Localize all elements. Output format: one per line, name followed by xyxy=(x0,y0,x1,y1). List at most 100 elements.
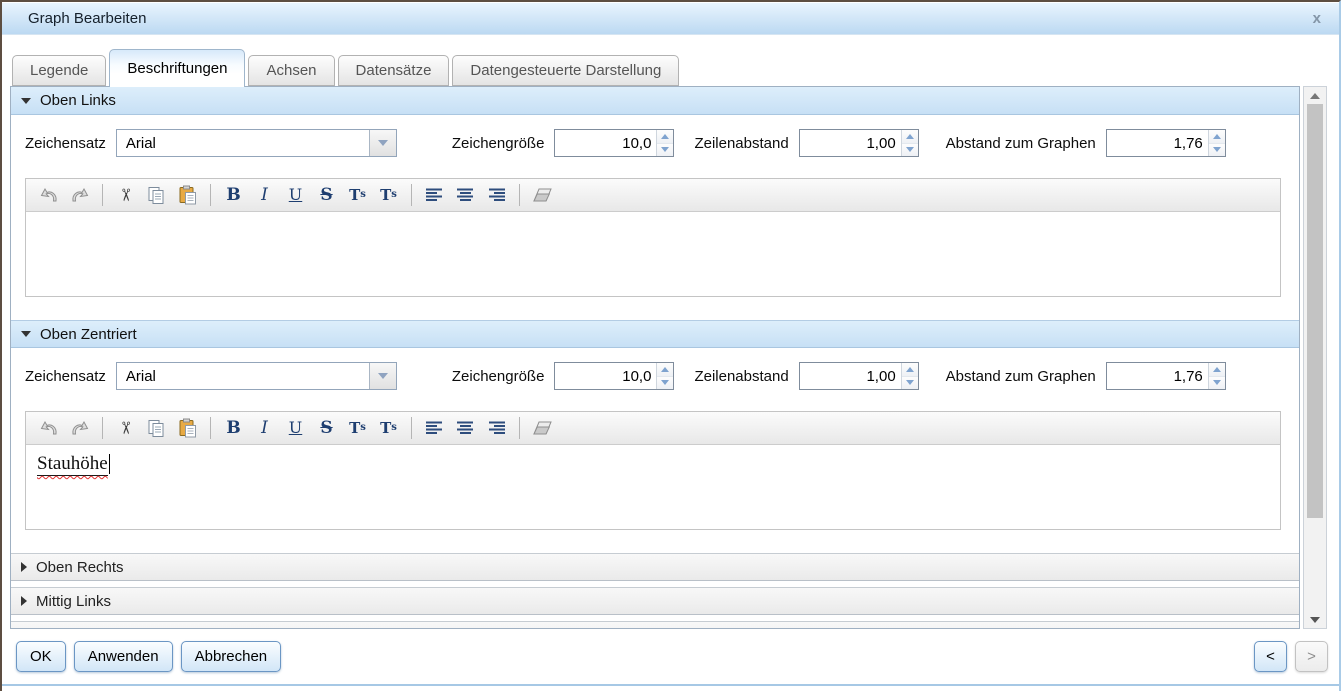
copy-icon[interactable] xyxy=(145,183,168,207)
toolbar-separator xyxy=(210,184,211,206)
close-icon[interactable]: x xyxy=(1313,11,1321,26)
font-family-select[interactable]: Arial xyxy=(116,362,397,390)
font-controls-row: Zeichensatz Arial Zeichengröße 10,0 Zeil… xyxy=(25,362,1281,390)
align-center-icon[interactable] xyxy=(454,183,477,207)
section-header-oben-rechts[interactable]: Oben Rechts xyxy=(11,553,1299,581)
dropdown-button[interactable] xyxy=(369,130,396,156)
align-right-icon[interactable] xyxy=(485,416,508,440)
spinner-up-icon[interactable] xyxy=(902,363,918,377)
font-size-spinner[interactable]: 10,0 xyxy=(554,129,674,157)
superscript-icon[interactable]: Ts xyxy=(377,183,400,207)
eraser-icon[interactable] xyxy=(531,416,554,440)
graph-distance-label: Abstand zum Graphen xyxy=(946,368,1096,385)
text-editor-area[interactable] xyxy=(26,212,1280,296)
align-left-icon[interactable] xyxy=(423,416,446,440)
section-header-mittig-rechts[interactable]: Mittig Rechts xyxy=(11,621,1299,629)
spinner-down-icon[interactable] xyxy=(657,377,673,390)
tab-datengesteuerte-darstellung[interactable]: Datengesteuerte Darstellung xyxy=(452,55,679,86)
strikethrough-icon[interactable]: S xyxy=(315,416,338,440)
paste-icon[interactable] xyxy=(176,416,199,440)
graph-distance-spinner[interactable]: 1,76 xyxy=(1106,362,1226,390)
line-spacing-label: Zeilenabstand xyxy=(694,135,788,152)
subscript-icon[interactable]: Ts xyxy=(346,183,369,207)
section-header-oben-links[interactable]: Oben Links xyxy=(11,87,1299,115)
font-size-label: Zeichengröße xyxy=(452,368,545,385)
graph-distance-value: 1,76 xyxy=(1107,363,1208,389)
tab-legende[interactable]: Legende xyxy=(12,55,106,86)
align-left-icon[interactable] xyxy=(423,183,446,207)
cut-icon[interactable]: ✂ xyxy=(114,416,137,440)
eraser-icon[interactable] xyxy=(531,183,554,207)
italic-icon[interactable]: I xyxy=(253,183,276,207)
scrollbar-track[interactable] xyxy=(1304,518,1326,611)
chevron-down-icon xyxy=(378,373,388,379)
underline-icon[interactable]: U xyxy=(284,183,307,207)
accordion-panel: Oben Links Zeichensatz Arial Zeichengröß… xyxy=(10,86,1300,629)
superscript-icon[interactable]: Ts xyxy=(377,416,400,440)
redo-icon[interactable] xyxy=(68,183,91,207)
bold-icon[interactable]: B xyxy=(222,416,245,440)
tab-datensaetze[interactable]: Datensätze xyxy=(338,55,450,86)
section-title: Oben Links xyxy=(40,92,116,109)
line-spacing-value: 1,00 xyxy=(800,363,901,389)
section-header-oben-zentriert[interactable]: Oben Zentriert xyxy=(11,320,1299,348)
section-title: Mittig Links xyxy=(36,593,111,610)
redo-icon[interactable] xyxy=(68,416,91,440)
text-editor-area[interactable]: Stauhöhe xyxy=(26,445,1280,529)
font-label: Zeichensatz xyxy=(25,135,106,152)
tab-achsen[interactable]: Achsen xyxy=(248,55,334,86)
spinner-down-icon[interactable] xyxy=(902,377,918,390)
underline-icon[interactable]: U xyxy=(284,416,307,440)
section-body-oben-links: Zeichensatz Arial Zeichengröße 10,0 Zeil… xyxy=(11,115,1299,320)
toolbar-separator xyxy=(411,184,412,206)
scroll-down-icon[interactable] xyxy=(1304,611,1326,628)
font-label: Zeichensatz xyxy=(25,368,106,385)
next-button[interactable]: > xyxy=(1295,641,1328,672)
font-family-select[interactable]: Arial xyxy=(116,129,397,157)
line-spacing-spinner[interactable]: 1,00 xyxy=(799,129,919,157)
ok-button[interactable]: OK xyxy=(16,641,66,672)
spinner-down-icon[interactable] xyxy=(657,144,673,157)
dropdown-button[interactable] xyxy=(369,363,396,389)
previous-button[interactable]: < xyxy=(1254,641,1287,672)
spinner-up-icon[interactable] xyxy=(657,130,673,144)
font-size-spinner[interactable]: 10,0 xyxy=(554,362,674,390)
spinner-down-icon[interactable] xyxy=(902,144,918,157)
graph-distance-value: 1,76 xyxy=(1107,130,1208,156)
cancel-button[interactable]: Abbrechen xyxy=(181,641,282,672)
copy-icon[interactable] xyxy=(145,416,168,440)
rich-text-editor: ✂ B I U S Ts Ts xyxy=(25,178,1281,297)
expand-icon xyxy=(21,562,27,572)
section-header-mittig-links[interactable]: Mittig Links xyxy=(11,587,1299,615)
tab-beschriftungen[interactable]: Beschriftungen xyxy=(109,49,245,87)
spinner-down-icon[interactable] xyxy=(1209,144,1225,157)
document-text: Stauhöhe xyxy=(37,453,108,476)
graph-distance-spinner[interactable]: 1,76 xyxy=(1106,129,1226,157)
dialog-footer: OK Anwenden Abbrechen < > xyxy=(2,629,1339,672)
cut-icon[interactable]: ✂ xyxy=(114,183,137,207)
subscript-icon[interactable]: Ts xyxy=(346,416,369,440)
apply-button[interactable]: Anwenden xyxy=(74,641,173,672)
spinner-up-icon[interactable] xyxy=(657,363,673,377)
toolbar-separator xyxy=(519,184,520,206)
spinner-up-icon[interactable] xyxy=(1209,363,1225,377)
strikethrough-icon[interactable]: S xyxy=(315,183,338,207)
scrollbar[interactable] xyxy=(1303,86,1327,629)
font-size-value: 10,0 xyxy=(555,363,656,389)
italic-icon[interactable]: I xyxy=(253,416,276,440)
tab-bar: Legende Beschriftungen Achsen Datensätze… xyxy=(2,48,1339,86)
undo-icon[interactable] xyxy=(37,416,60,440)
paste-icon[interactable] xyxy=(176,183,199,207)
undo-icon[interactable] xyxy=(37,183,60,207)
spinner-up-icon[interactable] xyxy=(902,130,918,144)
editor-toolbar: ✂ B I U S Ts Ts xyxy=(26,412,1280,445)
scrollbar-thumb[interactable] xyxy=(1307,104,1323,518)
line-spacing-spinner[interactable]: 1,00 xyxy=(799,362,919,390)
align-right-icon[interactable] xyxy=(485,183,508,207)
spinner-down-icon[interactable] xyxy=(1209,377,1225,390)
section-title: Mittig Rechts xyxy=(36,627,123,630)
scroll-up-icon[interactable] xyxy=(1304,87,1326,104)
bold-icon[interactable]: B xyxy=(222,183,245,207)
align-center-icon[interactable] xyxy=(454,416,477,440)
spinner-up-icon[interactable] xyxy=(1209,130,1225,144)
